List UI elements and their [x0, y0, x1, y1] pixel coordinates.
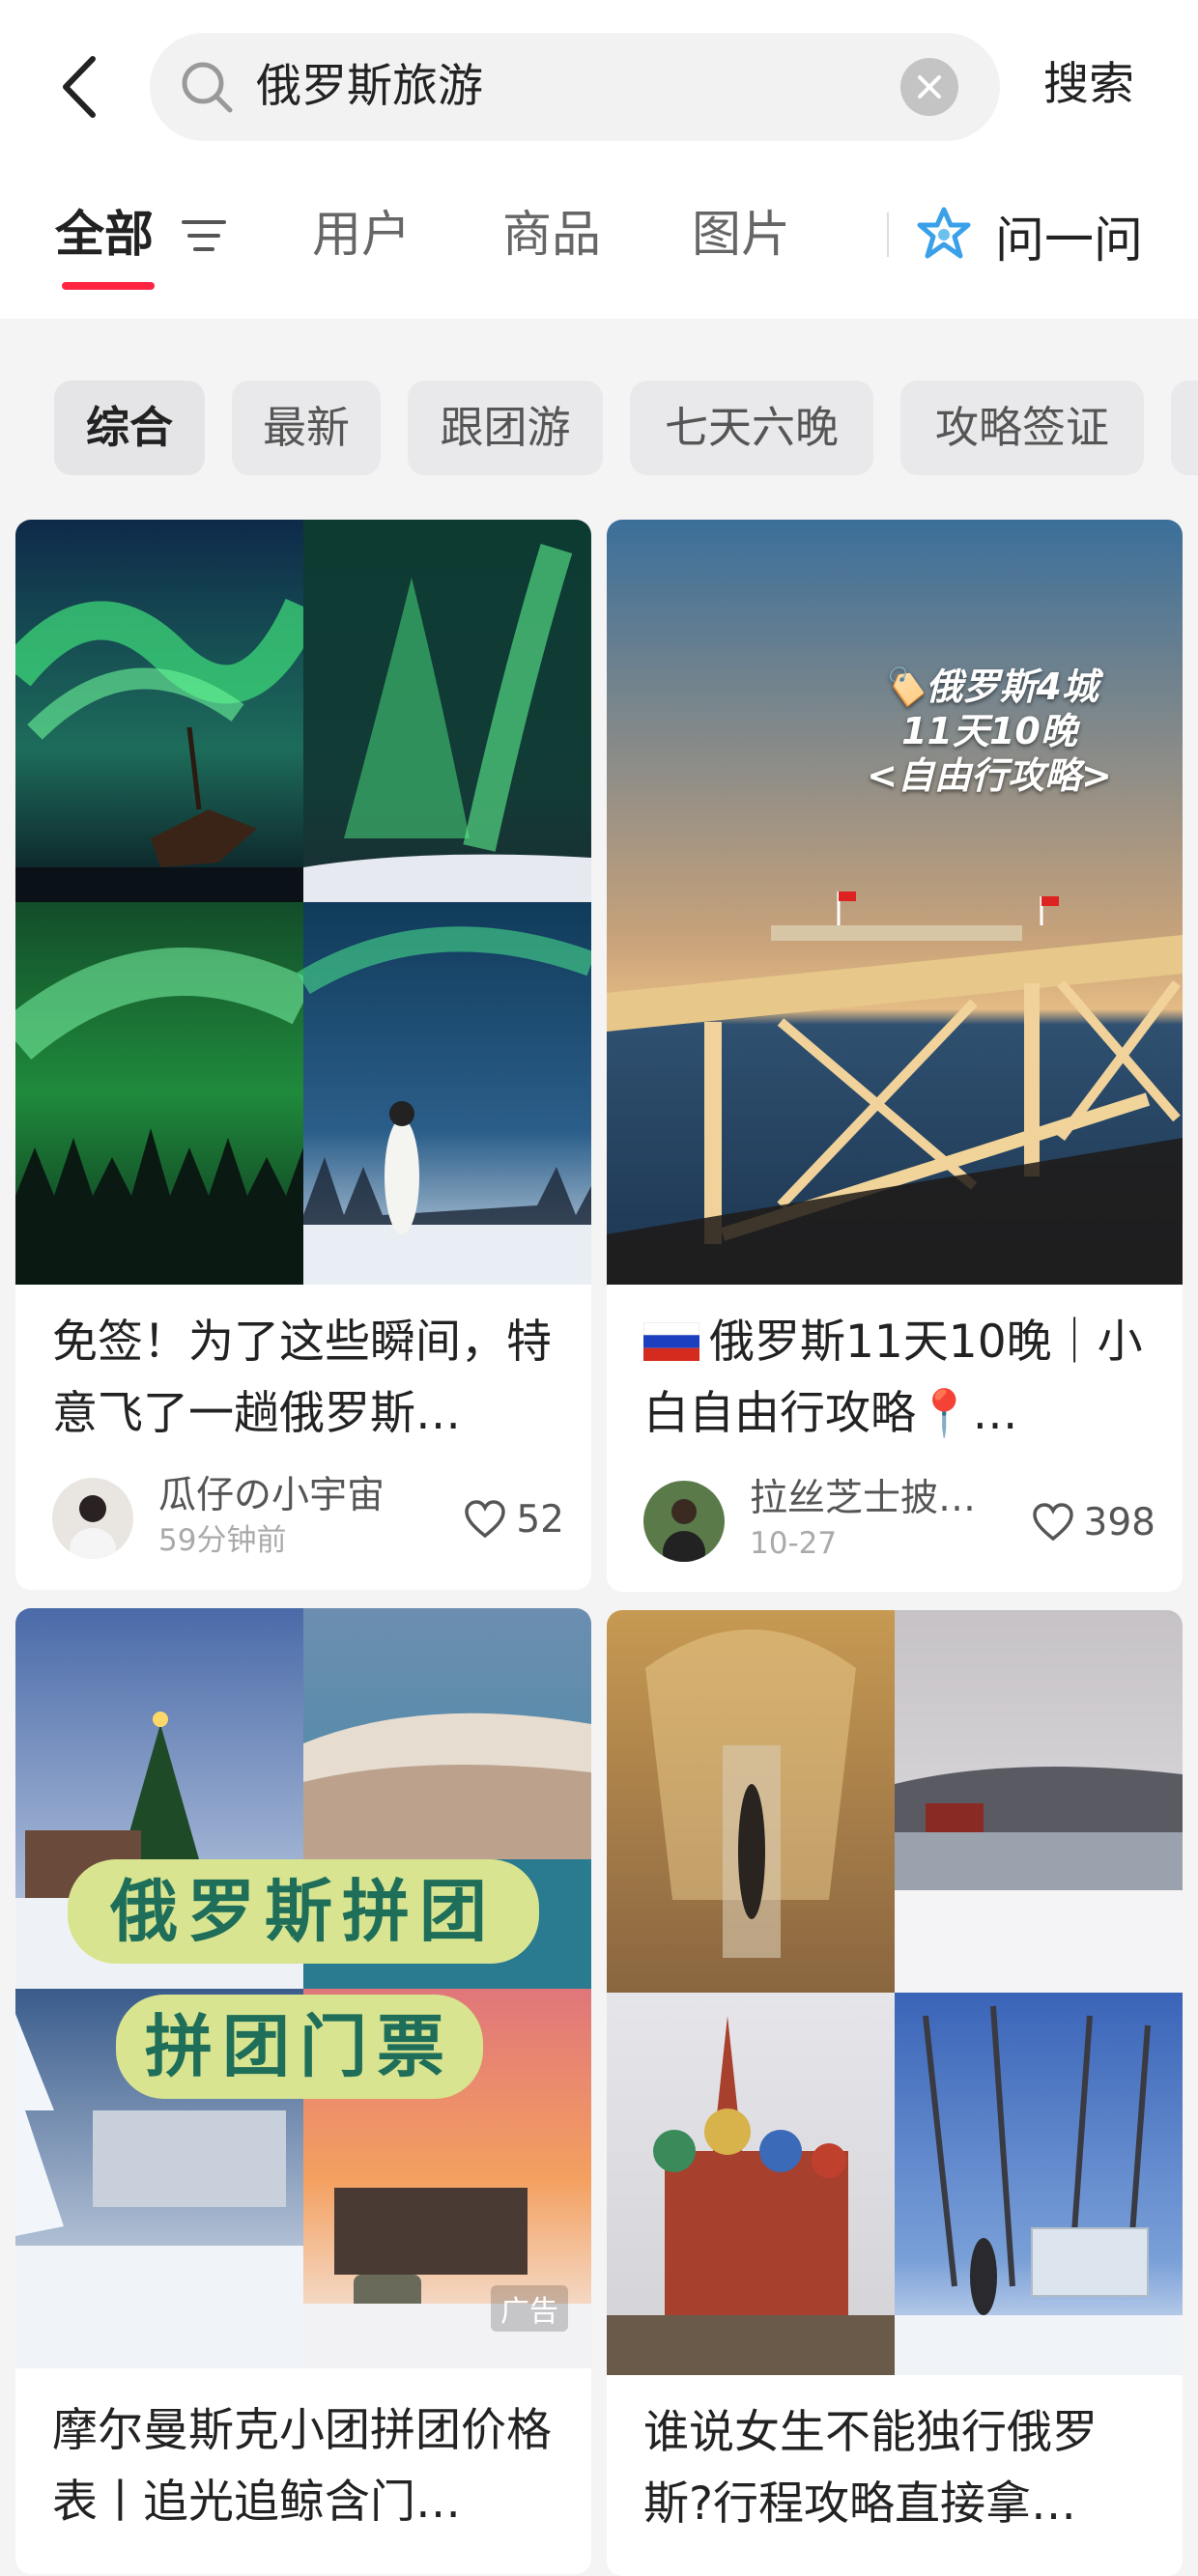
filter-icon[interactable]: [182, 216, 226, 255]
post-time: 59分钟前: [158, 1523, 287, 1558]
ai-star-icon: [917, 207, 971, 259]
card-title: 摩尔曼斯克小团拼团价格表丨追光追鲸含门…: [52, 2404, 552, 2529]
pier-sunset-image: [607, 520, 1183, 1285]
feed-card[interactable]: 🏷️俄罗斯4城 11天10晚 <自由行攻略> 俄罗斯11天10晚｜小白自由行攻略…: [607, 520, 1183, 1592]
chip-visa-guide[interactable]: 攻略签证: [900, 381, 1144, 475]
chip-group-tour[interactable]: 跟团游: [408, 381, 603, 475]
card-image: [15, 520, 591, 1285]
card-title: 俄罗斯11天10晚｜小白自由行攻略📍…: [643, 1316, 1143, 1440]
top-bar: 俄罗斯旅游 搜索 全部 用户 商品 图片 问一问: [0, 0, 1198, 319]
search-input[interactable]: 俄罗斯旅游: [150, 33, 1000, 141]
card-meta: 瓜仔の小宇宙 59分钟前 52: [52, 1473, 564, 1566]
like-count: 398: [1083, 1500, 1155, 1544]
chip-latest[interactable]: 最新: [232, 381, 381, 475]
ask-label: 问一问: [995, 212, 1144, 269]
image-overlay-text: 拼团门票: [116, 1995, 483, 2099]
clear-button[interactable]: [900, 58, 958, 116]
tab-users[interactable]: 用户: [312, 205, 411, 267]
author-name[interactable]: 瓜仔の小宇宙: [158, 1473, 410, 1519]
chip-comprehensive[interactable]: 综合: [54, 381, 205, 475]
feed-card[interactable]: 俄罗斯拼团 拼团门票 广告 摩尔曼斯克小团拼团价格表丨追光追鲸含门…: [15, 1608, 591, 2574]
like-button[interactable]: 398: [1032, 1497, 1155, 1547]
russia-flag-icon: [643, 1322, 699, 1361]
search-button[interactable]: 搜索: [1043, 56, 1134, 114]
tab-all[interactable]: 全部: [55, 205, 154, 267]
back-button[interactable]: [50, 48, 108, 126]
like-count: 52: [516, 1497, 564, 1542]
chip-more[interactable]: [1171, 381, 1198, 475]
active-tab-indicator: [62, 282, 155, 290]
card-title: 免签！为了这些瞬间，特意飞了一趟俄罗斯…: [52, 1316, 552, 1440]
image-overlay-text: 🏷️俄罗斯4城 11天10晚 <自由行攻略>: [867, 665, 1112, 797]
image-overlay-text: 俄罗斯拼团: [68, 1859, 539, 1964]
tab-images[interactable]: 图片: [692, 205, 790, 267]
ask-button[interactable]: 问一问: [914, 201, 1143, 270]
post-time: 10-27: [750, 1526, 838, 1561]
author-name[interactable]: 拉丝芝士披…: [750, 1476, 1001, 1522]
tab-products[interactable]: 商品: [502, 205, 601, 267]
card-image: [607, 1610, 1183, 2375]
tab-divider: [887, 212, 889, 257]
card-image: 🏷️俄罗斯4城 11天10晚 <自由行攻略>: [607, 520, 1183, 1285]
chip-seven-days[interactable]: 七天六晚: [630, 381, 873, 475]
heart-icon: [465, 1500, 506, 1539]
card-meta: 拉丝芝士披… 10-27 398: [643, 1476, 1155, 1569]
search-query: 俄罗斯旅游: [256, 60, 483, 113]
like-button[interactable]: 52: [464, 1494, 564, 1544]
murmansk-collage-image: [15, 1608, 591, 2368]
chevron-left-icon: [63, 56, 96, 118]
russia-landmarks-collage-image: [607, 1610, 1183, 2375]
heart-icon: [1032, 1503, 1073, 1542]
avatar[interactable]: [643, 1481, 725, 1562]
aurora-collage-image: [15, 520, 591, 1285]
card-title: 谁说女生不能独行俄罗斯?行程攻略直接拿…: [643, 2406, 1098, 2531]
card-image: 俄罗斯拼团 拼团门票 广告: [15, 1608, 591, 2368]
feed-card[interactable]: 免签！为了这些瞬间，特意飞了一趟俄罗斯… 瓜仔の小宇宙 59分钟前 52: [15, 520, 591, 1590]
ad-badge: 广告: [491, 2285, 568, 2332]
avatar[interactable]: [52, 1478, 133, 1559]
search-icon: [182, 62, 233, 113]
feed-card[interactable]: 谁说女生不能独行俄罗斯?行程攻略直接拿…: [607, 1610, 1183, 2576]
close-icon: [918, 75, 941, 99]
